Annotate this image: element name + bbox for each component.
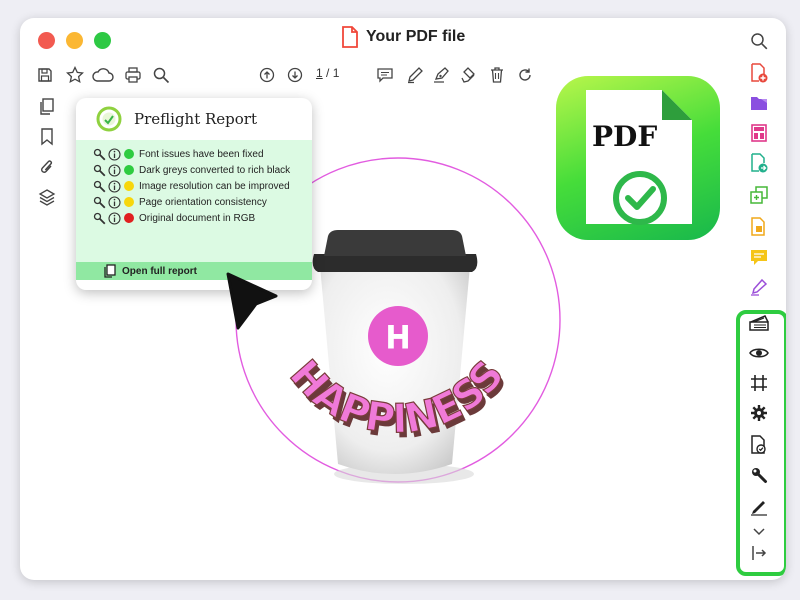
search-icon[interactable] (748, 30, 770, 52)
coffee-cup-lid (324, 230, 466, 256)
preflight-item: Image resolution can be improved (76, 178, 312, 194)
preflight-item: Font issues have been fixed (76, 146, 312, 162)
preflight-item-label: Page orientation consistency (139, 196, 267, 208)
status-dot (124, 149, 134, 159)
export-pdf-icon[interactable] (748, 152, 770, 174)
fix-wrench-icon[interactable] (92, 179, 106, 193)
combine-files-icon[interactable] (748, 184, 770, 206)
fix-wrench-icon[interactable] (92, 163, 106, 177)
status-dot (124, 165, 134, 175)
preflight-item-label: Font issues have been fixed (139, 148, 264, 160)
info-icon[interactable] (107, 211, 121, 225)
preflight-item-label: Original document in RGB (139, 212, 256, 224)
swatch-book-icon[interactable] (748, 312, 770, 334)
gear-icon[interactable] (748, 402, 770, 424)
cup-logo-letter: H (386, 319, 409, 355)
pen-icon[interactable] (748, 496, 770, 518)
eye-icon[interactable] (748, 342, 770, 364)
info-icon[interactable] (107, 179, 121, 193)
fix-wrench-icon[interactable] (92, 211, 106, 225)
mouse-pointer-icon (226, 272, 278, 330)
pdf-badge-label: PDF (592, 120, 658, 153)
preflight-logo-icon (96, 106, 122, 132)
folder-icon[interactable] (748, 92, 770, 114)
preflight-item-label: Dark greys converted to rich black (139, 164, 291, 176)
preflight-report-title: Preflight Report (134, 110, 258, 128)
add-pdf-icon[interactable] (748, 62, 770, 84)
app-window: Your PDF file 1 / 1 H HAPPINESS HAPPINES… (20, 18, 786, 580)
fill-sign-icon[interactable] (748, 276, 770, 298)
status-dot (124, 213, 134, 223)
info-icon[interactable] (107, 195, 121, 209)
status-dot (124, 197, 134, 207)
pdf-document-icon (586, 90, 692, 225)
info-icon[interactable] (107, 163, 121, 177)
open-full-report-label: Open full report (122, 265, 197, 277)
preflight-item-label: Image resolution can be improved (139, 180, 290, 192)
organize-pages-icon[interactable] (748, 122, 770, 144)
pdf-app-icon: PDF (556, 76, 720, 240)
edit-pdf-icon[interactable] (748, 216, 770, 238)
checklist-icon[interactable] (748, 434, 770, 456)
crop-marks-icon[interactable] (748, 372, 770, 394)
chevron-down-icon[interactable] (748, 520, 770, 542)
preflight-item: Page orientation consistency (76, 194, 312, 210)
preflight-items-list: Font issues have been fixed Dark greys c… (76, 140, 312, 266)
wrench-icon[interactable] (748, 464, 770, 486)
status-dot (124, 181, 134, 191)
info-icon[interactable] (107, 147, 121, 161)
checkmark-circle-icon (613, 171, 667, 225)
preflight-report-header: Preflight Report (76, 98, 312, 140)
collapse-panel-icon[interactable] (748, 542, 770, 564)
fix-wrench-icon[interactable] (92, 195, 106, 209)
preflight-item: Original document in RGB (76, 210, 312, 226)
document-copy-icon (104, 264, 116, 278)
comment-icon[interactable] (748, 246, 770, 268)
fix-wrench-icon[interactable] (92, 147, 106, 161)
coffee-cup-lid-rim (312, 254, 478, 272)
preflight-item: Dark greys converted to rich black (76, 162, 312, 178)
preflight-report-panel: Preflight Report Font issues have been f… (76, 98, 312, 290)
